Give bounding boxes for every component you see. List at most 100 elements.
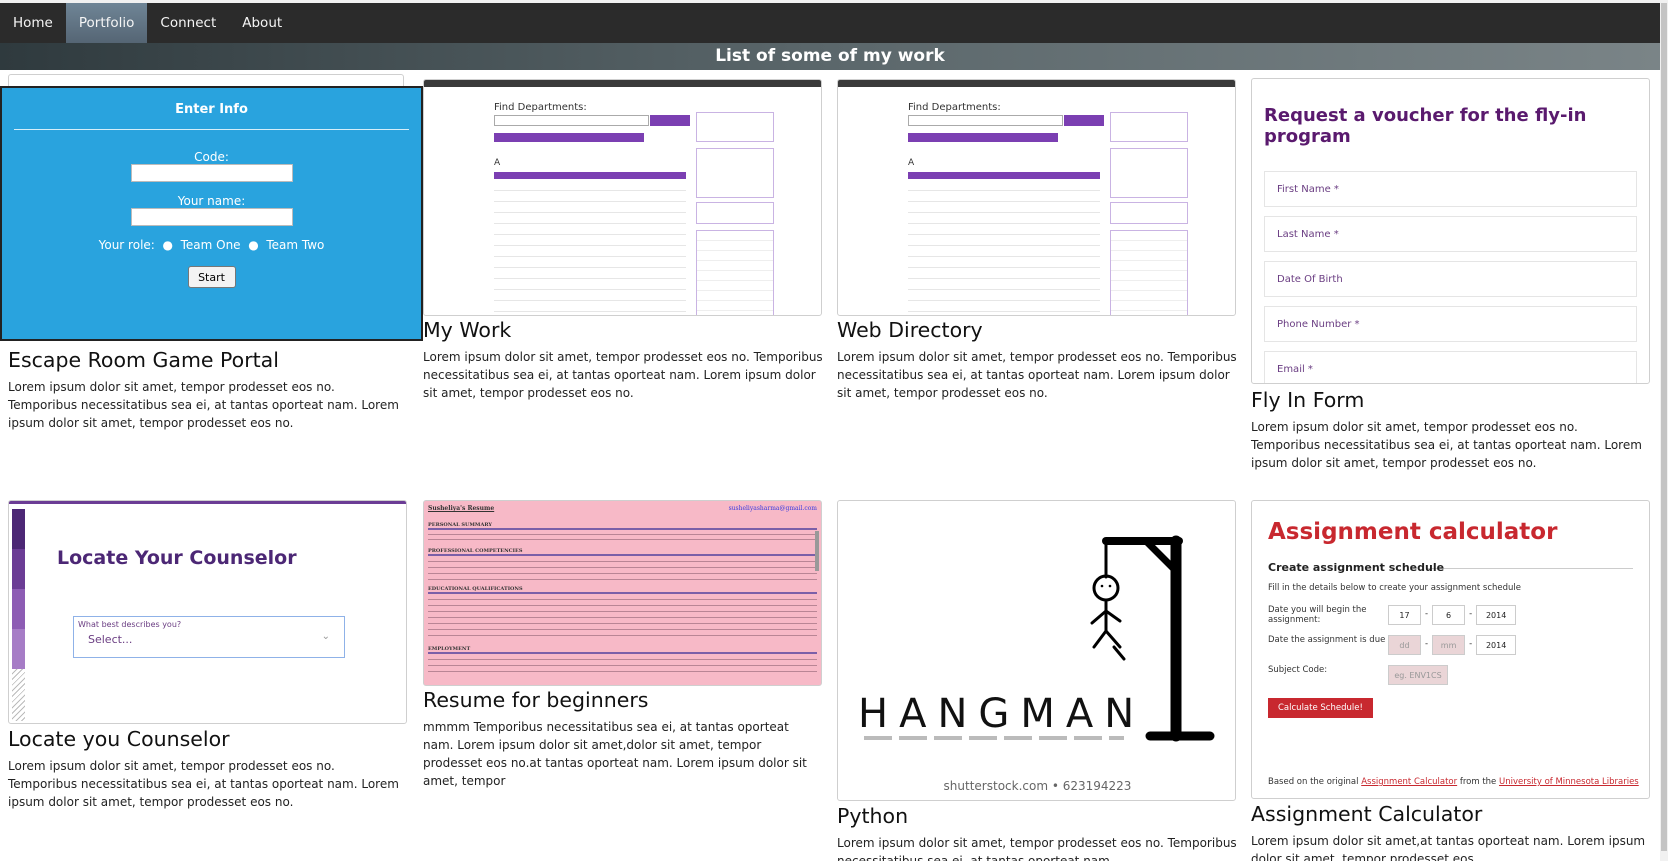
side-stripe <box>12 629 25 669</box>
side-stripe <box>12 669 25 721</box>
resume-lines <box>428 556 817 580</box>
side-panel <box>1110 202 1188 224</box>
resume-section: EDUCATIONAL QUALIFICATIONS <box>428 586 817 594</box>
date-sep: - <box>1469 639 1473 649</box>
nav-portfolio[interactable]: Portfolio <box>65 3 148 43</box>
card-description: mmmm Temporibus necessitatibus sea ei, a… <box>423 720 807 788</box>
word-underlines <box>864 736 1124 740</box>
card-thumbnail[interactable]: Request a voucher for the fly-in program… <box>1251 78 1650 384</box>
divider <box>1426 568 1633 569</box>
side-panel <box>696 202 774 224</box>
due-year: 2014 <box>1476 635 1517 655</box>
calc-footer: Based on the original Assignment Calcula… <box>1268 777 1639 787</box>
first-name-field: First Name * <box>1264 171 1637 207</box>
calculate-button: Calculate Schedule! <box>1268 698 1373 718</box>
resume-lines <box>428 654 817 674</box>
role-row: Your role: ● Team One ● Team Two <box>2 238 421 252</box>
side-panel <box>696 230 774 315</box>
name-field <box>130 208 293 226</box>
card-description: Lorem ipsum dolor sit amet, tempor prode… <box>8 759 399 809</box>
search-box <box>908 115 1063 126</box>
table-header <box>908 172 1100 179</box>
resume-header: Susheliya's Resume susheliyasharma@gmail… <box>428 505 817 512</box>
browser-toolbar <box>838 80 1235 87</box>
search-button <box>1064 115 1104 126</box>
code-field <box>130 164 293 182</box>
last-name-field: Last Name * <box>1264 216 1637 252</box>
top-stripe <box>9 501 406 504</box>
card-description: Lorem ipsum dolor sit amet, tempor prode… <box>837 836 1237 861</box>
side-stripe <box>12 589 25 629</box>
card-thumbnail[interactable]: Assignment calculator Create assignment … <box>1251 500 1650 799</box>
chevron-down-icon: ⌄ <box>321 631 330 642</box>
hangman-word: HANGMAN <box>858 691 1146 737</box>
card-description: Lorem ipsum dolor sit amet,at tantas opo… <box>1251 834 1646 861</box>
due-day: dd <box>1388 635 1421 655</box>
nav-about[interactable]: About <box>229 3 295 43</box>
letter-heading: A <box>908 158 915 168</box>
card-thumbnail[interactable]: Find Departments: A <box>837 79 1236 316</box>
card-title[interactable]: Resume for beginners <box>423 688 648 712</box>
card-title[interactable]: Web Directory <box>837 318 983 342</box>
page-scrollbar[interactable] <box>1660 0 1668 861</box>
code-label: Code: <box>194 150 229 164</box>
face-dots <box>1100 584 1112 588</box>
escape-preview: Enter Info Code: Your name: Your role: ●… <box>0 86 423 341</box>
begin-label: Date you will begin the assignment: <box>1268 605 1367 625</box>
card-title[interactable]: Assignment Calculator <box>1251 802 1482 826</box>
date-sep: - <box>1469 609 1473 619</box>
directory-table <box>908 180 1100 312</box>
name-label: Your name: <box>177 194 246 208</box>
scrollbar-thumb[interactable] <box>1661 3 1667 851</box>
search-box <box>494 115 649 126</box>
hangman-icon <box>1090 535 1215 742</box>
radio-icon: ● <box>158 238 177 252</box>
card-thumbnail[interactable]: Find Departments: A <box>423 79 822 316</box>
escape-heading: Enter Info <box>175 102 248 117</box>
card-title[interactable]: Fly In Form <box>1251 388 1364 412</box>
card-thumbnail[interactable]: HANGMAN shutterstock.com • 623194223 <box>837 500 1236 801</box>
nav-home[interactable]: Home <box>0 3 66 43</box>
card-description: Lorem ipsum dolor sit amet, tempor prode… <box>1251 420 1642 470</box>
directory-heading: Find Departments: <box>494 102 587 113</box>
resume-section: PERSONAL SUMMARY <box>428 522 817 530</box>
card-title[interactable]: My Work <box>423 318 511 342</box>
due-row: Date the assignment is due dd - mm - 201… <box>1268 635 1633 655</box>
card-title[interactable]: Escape Room Game Portal <box>8 348 279 372</box>
image-credit: shutterstock.com • 623194223 <box>943 779 1132 793</box>
card-title[interactable]: Python <box>837 804 908 828</box>
top-nav: Home Portfolio Connect About <box>0 3 1660 43</box>
directory-table <box>494 180 686 312</box>
card-description: Lorem ipsum dolor sit amet, tempor prode… <box>8 380 399 430</box>
card-thumbnail[interactable]: Locate Your Counselor What best describe… <box>8 500 407 724</box>
nav-connect[interactable]: Connect <box>147 3 229 43</box>
side-panel <box>1110 112 1188 142</box>
start-row: Start <box>2 266 421 288</box>
select-value: Select... <box>88 633 133 646</box>
select-label: What best describes you? <box>78 620 182 629</box>
page-heading-bar: List of some of my work <box>0 43 1660 70</box>
team-two-label: Team Two <box>266 238 325 252</box>
side-panel <box>1110 230 1188 315</box>
table-header <box>494 172 686 179</box>
date-sep: - <box>1425 639 1429 649</box>
directory-heading: Find Departments: <box>908 102 1001 113</box>
begin-row: Date you will begin the assignment: 17 -… <box>1268 605 1633 625</box>
footer-link: University of Minnesota Libraries <box>1498 777 1639 787</box>
counselor-heading: Locate Your Counselor <box>57 547 297 569</box>
resume-section: PROFESSIONAL COMPETENCIES <box>428 548 817 556</box>
footer-mid: from the <box>1459 777 1497 787</box>
resume-scrollbar <box>815 531 819 571</box>
calc-intro: Fill in the details below to create your… <box>1268 583 1521 593</box>
card-thumbnail[interactable]: Susheliya's Resume susheliyasharma@gmail… <box>423 500 822 686</box>
calc-heading: Assignment calculator <box>1268 519 1558 545</box>
subject-field: eg. ENV1CS <box>1388 665 1448 685</box>
phone-field: Phone Number * <box>1264 306 1637 342</box>
email-field: Email * <box>1264 351 1637 383</box>
side-panel <box>696 148 774 198</box>
browser-toolbar <box>424 80 821 87</box>
side-panel <box>1110 148 1188 198</box>
filter-tabs <box>908 133 1058 142</box>
letter-heading: A <box>494 158 501 168</box>
card-title[interactable]: Locate you Counselor <box>8 727 230 751</box>
